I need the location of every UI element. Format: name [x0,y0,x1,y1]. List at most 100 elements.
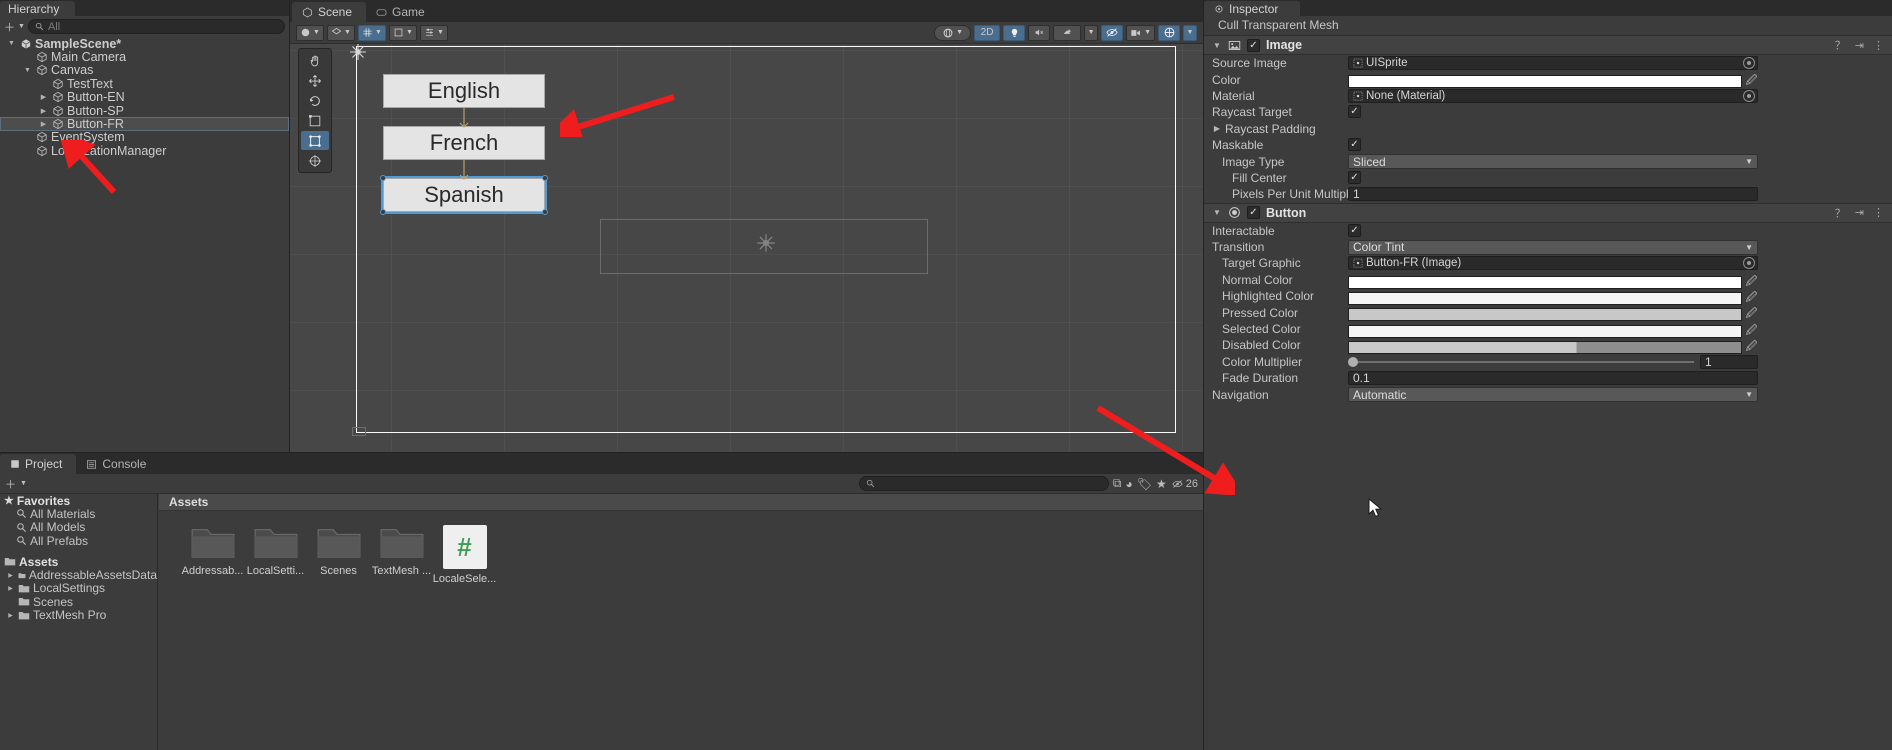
hierarchy-search-input[interactable]: All [27,19,285,34]
hierarchy-item-button-fr[interactable]: ▶ Button-FR [0,117,289,131]
scale-tool-button[interactable] [301,111,329,130]
image-enabled-checkbox[interactable]: ✓ [1247,38,1260,52]
color-swatch-color[interactable] [1348,75,1742,89]
chevron-down-icon[interactable]: ▼ [6,40,17,47]
checkbox-raycast-target[interactable]: ✓ [1348,105,1361,119]
chevron-right-icon[interactable]: ▶ [6,612,15,619]
help-icon[interactable]: ？ [1835,205,1846,221]
scene-button-french[interactable]: French [383,126,545,160]
chevron-right-icon[interactable]: ▶ [38,120,49,128]
hierarchy-item-button-sp[interactable]: ▶ Button-SP [0,104,289,118]
rect-handle-tl[interactable] [380,175,386,181]
hierarchy-item-canvas[interactable]: ▼ Canvas [0,63,289,77]
canvas-corner-handle[interactable] [352,427,366,436]
dropdown-transition[interactable]: Color Tint ▼ [1348,239,1758,255]
chevron-right-icon[interactable]: ▶ [22,133,33,141]
field-target-graphic[interactable]: Button-FR (Image) [1348,256,1758,271]
field-material[interactable]: None (Material) [1348,88,1758,103]
input-fade-duration[interactable]: 0.1 [1348,371,1758,386]
chevron-right-icon[interactable]: ▶ [38,107,49,115]
toggle-effects-button[interactable] [1053,24,1082,41]
hierarchy-item-testtext[interactable]: ▶ TestText [0,77,289,91]
scene-viewport[interactable]: English French Spanish [290,44,1203,452]
tab-inspector[interactable]: Inspector [1204,1,1301,16]
object-picker-icon[interactable] [1743,89,1755,102]
effects-dropdown-button[interactable]: ▼ [1084,24,1099,41]
chevron-down-icon[interactable]: ▼ [22,67,33,74]
tab-scene[interactable]: Scene [292,2,367,22]
tab-game[interactable]: Game [366,2,439,22]
object-picker-icon[interactable] [1743,257,1755,270]
button-enabled-checkbox[interactable]: ✓ [1247,206,1260,220]
hierarchy-item-eventsystem[interactable]: ▶ EventSystem [0,130,289,144]
chevron-right-icon[interactable]: ▶ [38,80,49,88]
chevron-down-icon[interactable]: ▼ [20,480,27,487]
scene-button-spanish[interactable]: Spanish [381,176,547,214]
checkbox-fill-center[interactable]: ✓ [1348,170,1361,184]
chevron-down-icon[interactable]: ▼ [1212,41,1222,50]
input-color-multiplier[interactable]: 1 [1700,354,1758,369]
tab-console[interactable]: Console [76,454,161,474]
chevron-down-icon[interactable]: ▼ [18,23,25,30]
assets-tree-item-textmesh-pro[interactable]: ▶ TextMesh Pro [0,608,157,622]
favorites-star-icon[interactable]: ★ [1156,477,1167,491]
object-picker-icon[interactable] [1743,57,1755,69]
chevron-right-icon[interactable]: ▶ [6,585,15,592]
gizmos-toggle-button[interactable] [1158,24,1180,41]
color-swatch-disabled-color[interactable] [1348,341,1742,355]
help-icon[interactable]: ？ [1835,37,1846,53]
color-swatch-selected-color[interactable] [1348,324,1742,338]
filter-by-label-icon[interactable]: 🏷 [1137,477,1152,491]
rect-handle-br[interactable] [542,209,548,215]
gizmos-dropdown-button[interactable]: ▼ [1183,24,1197,41]
chevron-down-icon[interactable]: ▼ [1212,208,1222,217]
component-tools-button[interactable]: ▼ [420,24,448,41]
project-search-input[interactable] [858,476,1109,491]
favorite-item-all-models[interactable]: All Models [0,520,157,534]
open-in-new-window-icon[interactable]: ⧉ [1113,476,1122,491]
toggle-hidden-objects-button[interactable] [1101,24,1124,41]
hidden-packages-toggle[interactable]: 26 [1171,478,1198,490]
image-component-header[interactable]: ▼ ✓ Image ？ ⇥ ⋮ [1204,35,1892,55]
tab-hierarchy[interactable]: Hierarchy [0,1,76,16]
assets-tree-item-scenes[interactable]: Scenes [0,595,157,609]
grid-button[interactable]: ▼ [358,24,386,41]
chevron-right-icon[interactable]: ▶ [22,147,33,155]
favorites-header[interactable]: ★ Favorites [0,494,157,508]
more-menu-icon[interactable]: ⋮ [1873,206,1884,219]
scene-view-options-button[interactable]: ▼ [934,24,972,41]
input-pixels-per-unit-multiplier[interactable]: 1 [1348,187,1758,202]
asset-item-localsetti-[interactable]: LocalSetti... [244,525,307,585]
dropdown-image-type[interactable]: Sliced ▼ [1348,154,1758,170]
asset-item-scenes[interactable]: Scenes [307,525,370,585]
asset-item-localesele-[interactable]: # LocaleSele... [433,525,496,585]
hierarchy-item-main-camera[interactable]: ▶ Main Camera [0,50,289,64]
more-menu-icon[interactable]: ⋮ [1873,39,1884,52]
field-source-image[interactable]: UISprite [1348,56,1758,70]
favorite-item-all-prefabs[interactable]: All Prefabs [0,534,157,548]
slider-color-multiplier[interactable]: 1 [1348,354,1758,369]
preset-icon[interactable]: ⇥ [1855,39,1864,52]
checkbox-maskable[interactable]: ✓ [1348,137,1361,151]
asset-item-addressab-[interactable]: Addressab... [181,525,244,585]
assets-root-item[interactable]: Assets [0,555,157,569]
hierarchy-item-localizationmanager[interactable]: ▶ LocalizationManager [0,144,289,158]
chevron-right-icon[interactable]: ▶ [6,572,15,579]
filter-by-type-icon[interactable]: ◕ [1126,477,1133,491]
hierarchy-item-button-en[interactable]: ▶ Button-EN [0,90,289,104]
button-component-header[interactable]: ▼ ✓ Button ？ ⇥ ⋮ [1204,202,1892,223]
preset-icon[interactable]: ⇥ [1855,206,1864,219]
scene-button-english[interactable]: English [383,74,545,108]
add-gameobject-button[interactable]: ＋ [4,19,15,35]
chevron-right-icon[interactable]: ▶ [38,93,49,101]
favorite-item-all-materials[interactable]: All Materials [0,507,157,521]
color-swatch-pressed-color[interactable] [1348,308,1742,322]
rotate-tool-button[interactable] [301,91,329,110]
color-swatch-normal-color[interactable] [1348,275,1742,289]
toggle-2d-button[interactable]: 2D [974,24,1001,41]
rect-tool-button[interactable] [301,131,329,150]
color-swatch-highlighted-color[interactable] [1348,292,1742,306]
checkbox-interactable[interactable]: ✓ [1348,223,1361,237]
asset-item-textmesh-[interactable]: TextMesh ... [370,525,433,585]
chevron-right-icon[interactable]: ▶ [1212,124,1222,133]
